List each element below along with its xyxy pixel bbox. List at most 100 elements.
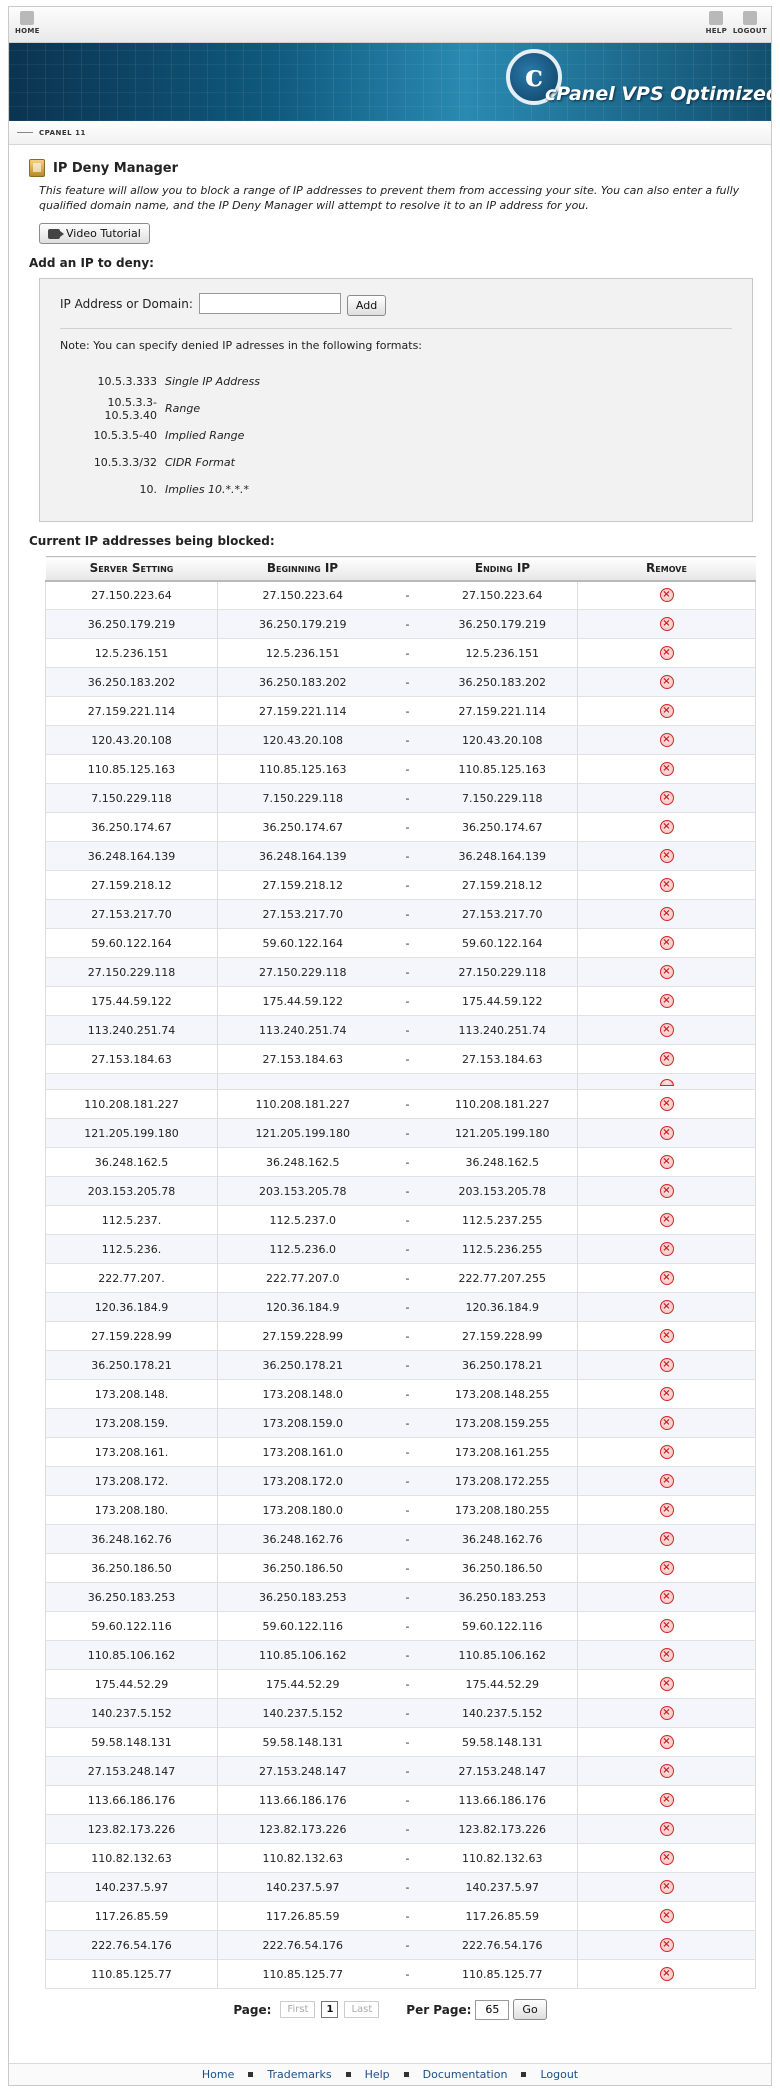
remove-icon[interactable]: × bbox=[659, 965, 674, 979]
column-server-setting[interactable]: Server Setting bbox=[45, 556, 218, 582]
separator-cell: - bbox=[387, 1814, 428, 1844]
footer-documentation-link[interactable]: Documentation bbox=[423, 2068, 508, 2081]
remove-cell: × bbox=[577, 928, 756, 958]
remove-cell: × bbox=[577, 725, 756, 755]
remove-icon[interactable]: × bbox=[659, 1474, 674, 1488]
remove-icon[interactable]: × bbox=[659, 1023, 674, 1037]
remove-icon[interactable]: × bbox=[659, 1619, 674, 1633]
remove-icon[interactable]: × bbox=[659, 762, 674, 776]
remove-icon[interactable]: × bbox=[659, 994, 674, 1008]
remove-icon[interactable]: × bbox=[659, 646, 674, 660]
per-page-label: Per Page: bbox=[406, 2002, 472, 2017]
remove-icon[interactable]: × bbox=[659, 1967, 674, 1981]
blocked-table-wrapper: Server Setting Beginning IP Ending IP Re… bbox=[45, 556, 756, 1989]
remove-icon[interactable]: × bbox=[659, 617, 674, 631]
server-setting-cell: 112.5.237. bbox=[45, 1205, 218, 1235]
remove-icon[interactable]: × bbox=[659, 733, 674, 747]
remove-icon[interactable] bbox=[659, 1078, 674, 1086]
remove-icon[interactable]: × bbox=[659, 936, 674, 950]
column-ending-ip[interactable]: Ending IP bbox=[427, 556, 578, 582]
remove-icon[interactable]: × bbox=[659, 849, 674, 863]
separator-cell: - bbox=[387, 1408, 428, 1438]
remove-icon[interactable]: × bbox=[659, 588, 674, 603]
beginning-ip-cell: 140.237.5.97 bbox=[217, 1872, 388, 1902]
home-link[interactable]: HOME bbox=[15, 9, 40, 35]
table-row: 36.250.186.50 36.250.186.50-36.250.186.50… bbox=[45, 1553, 756, 1583]
remove-icon[interactable]: × bbox=[659, 1909, 674, 1923]
ending-ip-cell: 113.66.186.176 bbox=[427, 1785, 578, 1815]
remove-cell: × bbox=[577, 1437, 756, 1467]
ip-domain-input[interactable] bbox=[198, 293, 341, 314]
add-button[interactable]: Add bbox=[346, 295, 387, 316]
remove-icon[interactable]: × bbox=[659, 1300, 674, 1314]
first-page-button[interactable]: First bbox=[280, 2001, 316, 2018]
server-setting-cell: 36.248.162.5 bbox=[45, 1147, 218, 1177]
server-setting-cell: 36.250.186.50 bbox=[45, 1553, 218, 1583]
server-setting-cell: 36.250.179.219 bbox=[45, 609, 218, 639]
remove-icon[interactable]: × bbox=[659, 1052, 674, 1066]
remove-icon[interactable]: × bbox=[659, 1416, 674, 1430]
remove-icon[interactable]: × bbox=[659, 1329, 674, 1343]
separator-cell: - bbox=[387, 1727, 428, 1757]
beginning-ip-cell: 36.250.186.50 bbox=[217, 1553, 388, 1583]
logout-link[interactable]: LOGOUT bbox=[733, 9, 767, 35]
remove-icon[interactable]: × bbox=[659, 1706, 674, 1720]
remove-icon[interactable]: × bbox=[659, 704, 674, 718]
remove-icon[interactable]: × bbox=[659, 791, 674, 805]
remove-icon[interactable]: × bbox=[659, 1735, 674, 1749]
remove-icon[interactable]: × bbox=[659, 1677, 674, 1691]
remove-icon[interactable]: × bbox=[659, 878, 674, 892]
remove-icon[interactable]: × bbox=[659, 820, 674, 834]
remove-icon[interactable]: × bbox=[659, 1822, 674, 1836]
last-page-button[interactable]: Last bbox=[344, 2001, 380, 2018]
remove-icon[interactable]: × bbox=[659, 675, 674, 689]
remove-icon[interactable]: × bbox=[659, 1561, 674, 1575]
remove-icon[interactable]: × bbox=[659, 1358, 674, 1372]
remove-icon[interactable]: × bbox=[659, 1213, 674, 1227]
footer: Home Trademarks Help Documentation Logou… bbox=[9, 2063, 771, 2085]
remove-icon[interactable]: × bbox=[659, 1155, 674, 1169]
remove-icon[interactable]: × bbox=[659, 1764, 674, 1778]
remove-icon[interactable]: × bbox=[659, 1387, 674, 1401]
remove-icon[interactable]: × bbox=[659, 1532, 674, 1546]
footer-trademarks-link[interactable]: Trademarks bbox=[267, 2068, 331, 2081]
remove-icon[interactable]: × bbox=[659, 1938, 674, 1952]
help-link[interactable]: HELP bbox=[706, 9, 727, 35]
go-button[interactable]: Go bbox=[513, 1999, 547, 2020]
footer-logout-link[interactable]: Logout bbox=[540, 2068, 578, 2081]
table-row: 36.250.174.67 36.250.174.67-36.250.174.67… bbox=[45, 812, 756, 842]
remove-cell: × bbox=[577, 609, 756, 639]
remove-icon[interactable]: × bbox=[659, 1590, 674, 1604]
remove-icon[interactable]: × bbox=[659, 1445, 674, 1459]
beginning-ip-cell: 36.250.174.67 bbox=[217, 812, 388, 842]
remove-icon[interactable]: × bbox=[659, 1184, 674, 1198]
remove-icon[interactable]: × bbox=[659, 1271, 674, 1285]
remove-icon[interactable]: × bbox=[659, 907, 674, 921]
ending-ip-cell: 36.250.178.21 bbox=[427, 1350, 578, 1380]
separator-cell: - bbox=[387, 1698, 428, 1728]
footer-help-link[interactable]: Help bbox=[365, 2068, 390, 2081]
separator-cell: - bbox=[387, 1582, 428, 1612]
remove-icon[interactable]: × bbox=[659, 1793, 674, 1807]
ending-ip-cell: 222.77.207.255 bbox=[427, 1263, 578, 1293]
column-beginning-ip[interactable]: Beginning IP bbox=[217, 556, 388, 582]
server-setting-cell: 59.58.148.131 bbox=[45, 1727, 218, 1757]
brand-name: cPanel VPS Optimized3 bbox=[545, 83, 771, 113]
remove-icon[interactable]: × bbox=[659, 1880, 674, 1894]
per-page-input[interactable] bbox=[475, 1999, 510, 2020]
server-setting-cell: 110.85.125.163 bbox=[45, 754, 218, 784]
remove-icon[interactable]: × bbox=[659, 1503, 674, 1517]
remove-icon[interactable]: × bbox=[659, 1648, 674, 1662]
server-setting-cell: 222.77.207. bbox=[45, 1263, 218, 1293]
video-tutorial-button[interactable]: Video Tutorial bbox=[39, 223, 150, 244]
remove-icon[interactable]: × bbox=[659, 1126, 674, 1140]
breadcrumb[interactable]: CPANEL 11 bbox=[17, 129, 86, 137]
server-setting-cell: 36.250.183.202 bbox=[45, 667, 218, 697]
beginning-ip-cell: 36.250.183.202 bbox=[217, 667, 388, 697]
remove-icon[interactable]: × bbox=[659, 1851, 674, 1865]
beginning-ip-cell: 7.150.229.118 bbox=[217, 783, 388, 813]
footer-home-link[interactable]: Home bbox=[202, 2068, 234, 2081]
remove-icon[interactable]: × bbox=[659, 1242, 674, 1256]
remove-icon[interactable]: × bbox=[659, 1097, 674, 1111]
current-page[interactable]: 1 bbox=[321, 2001, 339, 2018]
